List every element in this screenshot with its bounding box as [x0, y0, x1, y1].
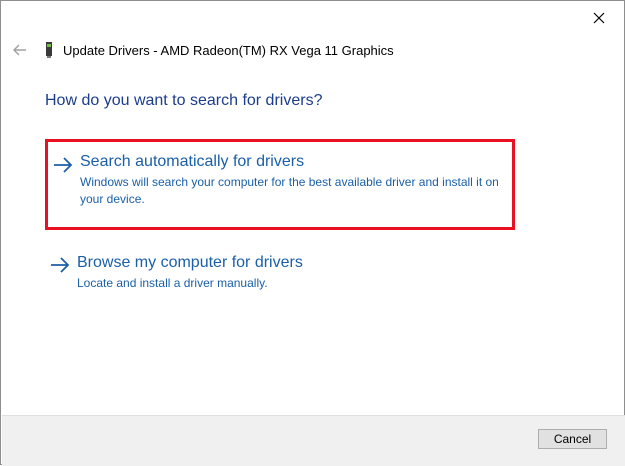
arrow-right-icon — [51, 257, 70, 273]
option-title: Browse my computer for drivers — [77, 254, 303, 271]
cancel-button[interactable]: Cancel — [538, 429, 607, 449]
browse-computer-option[interactable]: Browse my computer for drivers Locate an… — [45, 248, 515, 298]
update-drivers-dialog: Update Drivers - AMD Radeon(TM) RX Vega … — [0, 0, 625, 466]
arrow-right-icon — [54, 157, 73, 173]
close-button[interactable] — [582, 5, 616, 31]
option-description: Locate and install a driver manually. — [77, 276, 268, 290]
graphics-card-icon — [46, 42, 52, 58]
dialog-footer: Cancel — [2, 415, 625, 466]
search-automatically-option[interactable]: Search automatically for drivers Windows… — [45, 139, 515, 230]
option-title: Search automatically for drivers — [80, 153, 305, 170]
page-heading: How do you want to search for drivers? — [45, 92, 323, 109]
close-icon — [593, 12, 605, 24]
option-description: Windows will search your computer for th… — [80, 175, 499, 206]
back-arrow-icon — [13, 44, 26, 56]
window-title: Update Drivers - AMD Radeon(TM) RX Vega … — [63, 43, 394, 58]
back-button[interactable] — [10, 40, 30, 60]
